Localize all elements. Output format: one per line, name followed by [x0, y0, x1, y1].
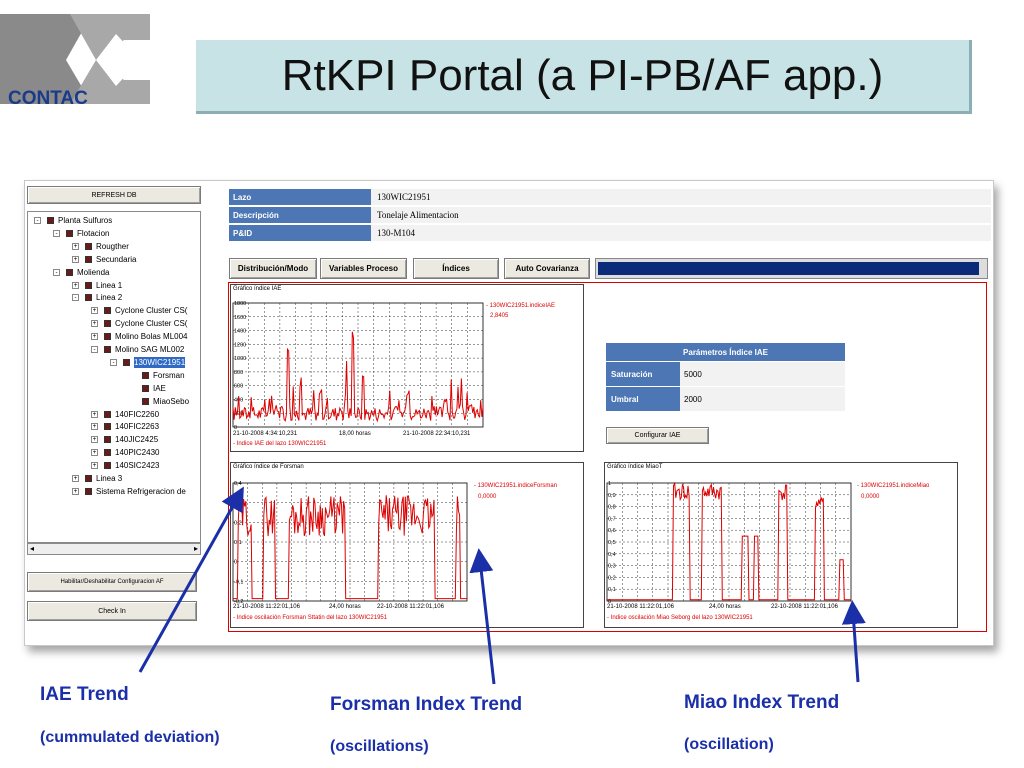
forsman-annotation-sub: (oscillations): [330, 738, 429, 755]
annotation-arrows: [138, 486, 866, 685]
forsman-annotation-title: Forsman Index Trend: [330, 694, 523, 715]
iae-arrow: [138, 486, 244, 673]
iae-annotation-sub: (cummulated deviation): [40, 729, 220, 746]
miao-arrow: [841, 600, 866, 683]
miao-annotation-title: Miao Index Trend: [684, 692, 840, 713]
forsman-arrow: [469, 548, 496, 685]
iae-annotation-title: IAE Trend: [40, 684, 129, 705]
miao-annotation-sub: (oscillation): [684, 736, 774, 753]
